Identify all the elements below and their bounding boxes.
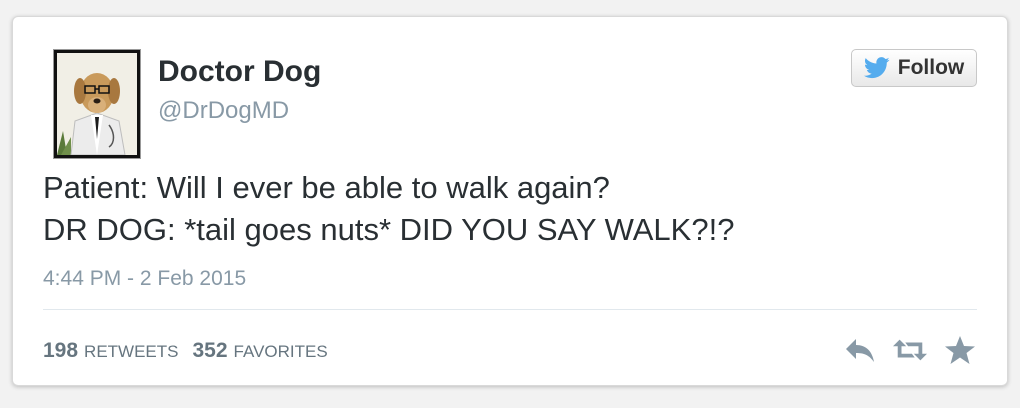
display-name[interactable]: Doctor Dog bbox=[158, 55, 321, 89]
avatar-image bbox=[57, 53, 137, 155]
user-handle[interactable]: @DrDogMD bbox=[158, 97, 289, 125]
follow-button-label: Follow bbox=[897, 56, 965, 79]
follow-button[interactable]: Follow bbox=[851, 49, 977, 87]
favorites-count: 352 bbox=[192, 339, 228, 362]
dog-portrait-icon bbox=[57, 53, 137, 155]
star-icon bbox=[945, 336, 975, 364]
tweet-card: Doctor Dog @DrDogMD Follow Patient: Will… bbox=[12, 16, 1008, 386]
tweet-stats: 198 RETWEETS 352 FAVORITES bbox=[43, 339, 328, 363]
retweets-count: 198 bbox=[43, 339, 79, 362]
tweet-text: Patient: Will I ever be able to walk aga… bbox=[43, 167, 734, 251]
favorite-button[interactable] bbox=[943, 333, 977, 367]
avatar[interactable] bbox=[53, 49, 141, 159]
retweet-button[interactable] bbox=[893, 333, 927, 367]
retweets-stat[interactable]: 198 RETWEETS bbox=[43, 339, 179, 363]
tweet-timestamp[interactable]: 4:44 PM - 2 Feb 2015 bbox=[43, 267, 246, 291]
divider bbox=[43, 309, 977, 310]
tweet-actions bbox=[843, 333, 977, 367]
tweet-line: Patient: Will I ever be able to walk aga… bbox=[43, 170, 610, 205]
tweet-line: DR DOG: *tail goes nuts* DID YOU SAY WAL… bbox=[43, 212, 735, 247]
reply-button[interactable] bbox=[843, 333, 877, 367]
favorites-label: FAVORITES bbox=[233, 342, 328, 361]
retweets-label: RETWEETS bbox=[84, 342, 179, 361]
favorites-stat[interactable]: 352 FAVORITES bbox=[193, 339, 328, 363]
retweet-icon bbox=[893, 339, 927, 361]
twitter-bird-icon bbox=[863, 57, 890, 79]
reply-icon bbox=[846, 339, 874, 362]
